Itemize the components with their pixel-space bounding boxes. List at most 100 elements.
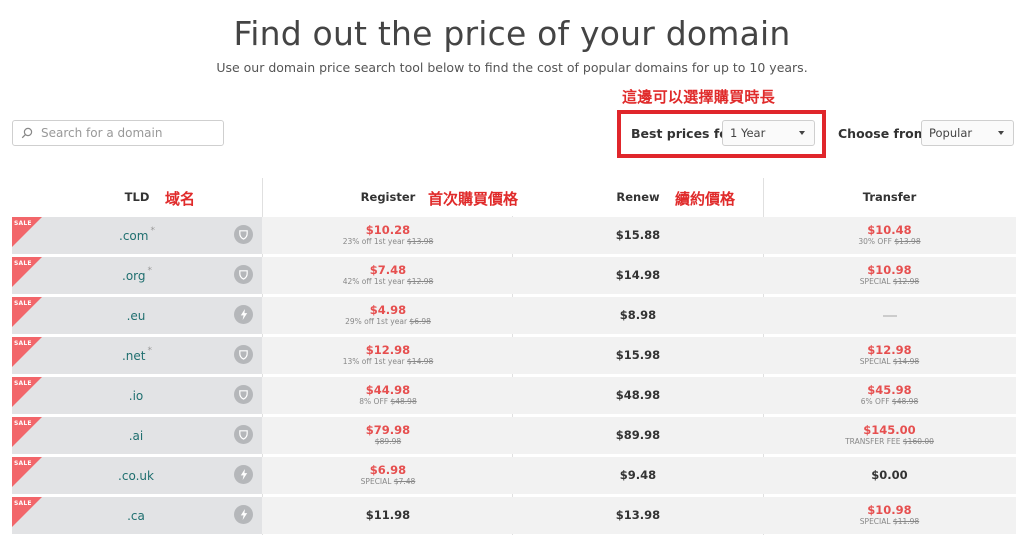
tld-name[interactable]: .co.uk <box>12 457 262 494</box>
register-price-cell: $79.98 $89.98 <box>263 417 513 454</box>
tld-cell: SALE .co.uk <box>12 457 262 494</box>
original-price: $14.98 <box>892 357 920 366</box>
shield-icon[interactable] <box>234 345 253 364</box>
discount-note: SPECIAL <box>859 357 893 366</box>
tld-label: .ca <box>127 508 145 523</box>
table-row[interactable]: SALE .eu $4.98 29% off 1st year $6.98 $8.98 <box>12 297 1016 334</box>
register-price-cell: $11.98 <box>263 497 513 534</box>
price-value: $13.98 <box>615 508 661 522</box>
tld-name[interactable]: .ai <box>12 417 262 454</box>
tld-footnote-star: * <box>147 265 153 276</box>
price-value: $15.98 <box>615 348 661 362</box>
renew-price-cell: $89.98 <box>513 417 763 454</box>
transfer-price-cell: $10.98 SPECIAL $12.98 <box>763 257 1016 294</box>
table-row[interactable]: SALE .org * $7.48 42% off 1st year $12.98 $14… <box>12 257 1016 294</box>
discount-note: SPECIAL <box>859 277 893 286</box>
original-price: $13.98 <box>894 237 921 246</box>
register-price-cell: $44.98 8% OFF $48.98 <box>263 377 513 414</box>
tld-name[interactable]: .com * <box>12 217 262 254</box>
price-value: $10.98 <box>867 503 912 517</box>
shield-icon[interactable] <box>234 265 253 284</box>
original-price: $12.98 <box>407 277 434 286</box>
price-note: TRANSFER FEE $160.00 <box>845 437 934 447</box>
original-price: $7.48 <box>393 477 416 486</box>
price-value: $145.00 <box>863 423 916 437</box>
column-header-tld[interactable]: TLD <box>12 178 262 216</box>
renew-price-cell: $15.98 <box>513 337 763 374</box>
price-note: SPECIAL $12.98 <box>860 277 919 287</box>
column-header-transfer[interactable]: Transfer <box>763 178 1016 216</box>
lightning-icon[interactable] <box>234 305 253 324</box>
transfer-price-cell: $0.00 <box>763 457 1016 494</box>
price-note: $89.98 <box>375 437 401 447</box>
renew-price-cell: $9.48 <box>513 457 763 494</box>
original-price: $89.98 <box>374 437 402 446</box>
transfer-price-cell: $12.98 SPECIAL $14.98 <box>763 337 1016 374</box>
price-note: 42% off 1st year $12.98 <box>343 277 434 287</box>
register-price-cell: $12.98 13% off 1st year $14.98 <box>263 337 513 374</box>
table-row[interactable]: SALE .ai $79.98 $89.98 $89.98 $145.00 TRANSFER… <box>12 417 1016 454</box>
price-note: 23% off 1st year $13.98 <box>343 237 434 247</box>
lightning-icon[interactable] <box>234 505 253 524</box>
period-select[interactable]: 1 Year <box>722 120 815 146</box>
table-row[interactable]: SALE .co.uk $6.98 SPECIAL $7.48 $9.48 $0.00 <box>12 457 1016 494</box>
best-prices-label: Best prices for <box>631 126 735 141</box>
tld-label: .eu <box>126 308 146 323</box>
tld-cell: SALE .io <box>12 377 262 414</box>
price-value: $45.98 <box>867 383 912 397</box>
discount-note: 30% OFF <box>858 237 895 246</box>
discount-note: 13% off 1st year <box>342 357 408 366</box>
renew-price-cell: $8.98 <box>513 297 763 334</box>
annotation-period: 這邊可以選擇購買時長 <box>622 88 776 106</box>
shield-icon[interactable] <box>234 425 253 444</box>
tld-cell: SALE .eu <box>12 297 262 334</box>
annotation-tld: 域名 <box>165 190 196 208</box>
price-value: $10.28 <box>365 223 411 237</box>
table-row[interactable]: SALE .io $44.98 8% OFF $48.98 $48.98 $45.98 6%… <box>12 377 1016 414</box>
page-subtitle: Use our domain price search tool below t… <box>216 60 808 75</box>
original-price: $12.98 <box>892 277 920 286</box>
table-row[interactable]: SALE .com * $10.28 23% off 1st year $13.98 $1… <box>12 217 1016 254</box>
tld-cell: SALE .ai <box>12 417 262 454</box>
transfer-price-cell: $10.98 SPECIAL $11.98 <box>763 497 1016 534</box>
category-select[interactable]: Popular <box>921 120 1014 146</box>
lightning-icon[interactable] <box>234 465 253 484</box>
price-value: $44.98 <box>365 383 411 397</box>
tld-name[interactable]: .ca <box>12 497 262 534</box>
original-price: $14.98 <box>407 357 434 366</box>
tld-label: .net <box>121 348 146 363</box>
price-value: $4.98 <box>369 303 407 317</box>
transfer-price-cell: $45.98 6% OFF $48.98 <box>763 377 1016 414</box>
price-value: $9.48 <box>619 468 657 482</box>
price-value: $7.48 <box>369 263 407 277</box>
table-row[interactable]: SALE .ca $11.98 $13.98 $10.98 SPECIAL $11.98 <box>12 497 1016 534</box>
original-price: $48.98 <box>891 397 919 406</box>
price-note: SPECIAL $11.98 <box>860 517 919 527</box>
chevron-down-icon <box>799 131 805 135</box>
shield-icon[interactable] <box>234 225 253 244</box>
price-note: 29% off 1st year $6.98 <box>345 317 431 327</box>
tld-name[interactable]: .net * <box>12 337 262 374</box>
search-input[interactable] <box>39 125 223 141</box>
price-value: $6.98 <box>369 463 407 477</box>
price-value: $0.00 <box>871 468 908 482</box>
register-price-cell: $6.98 SPECIAL $7.48 <box>263 457 513 494</box>
discount-note: SPECIAL <box>859 517 893 526</box>
search-box[interactable] <box>12 120 224 146</box>
discount-note: 8% OFF <box>359 397 391 406</box>
discount-note: 6% OFF <box>860 397 892 406</box>
register-price-cell: $4.98 29% off 1st year $6.98 <box>263 297 513 334</box>
original-price: $160.00 <box>902 437 934 446</box>
tld-name[interactable]: .eu <box>12 297 262 334</box>
shield-icon[interactable] <box>234 385 253 404</box>
price-value: $79.98 <box>365 423 411 437</box>
tld-name[interactable]: .io <box>12 377 262 414</box>
price-note: 30% OFF $13.98 <box>858 237 920 247</box>
price-value: $10.98 <box>867 263 912 277</box>
price-note: 6% OFF $48.98 <box>861 397 918 407</box>
not-available-dash <box>882 314 897 317</box>
tld-name[interactable]: .org * <box>12 257 262 294</box>
table-row[interactable]: SALE .net * $12.98 13% off 1st year $14.98 $1… <box>12 337 1016 374</box>
original-price: $48.98 <box>390 397 417 406</box>
transfer-price-cell: $145.00 TRANSFER FEE $160.00 <box>763 417 1016 454</box>
